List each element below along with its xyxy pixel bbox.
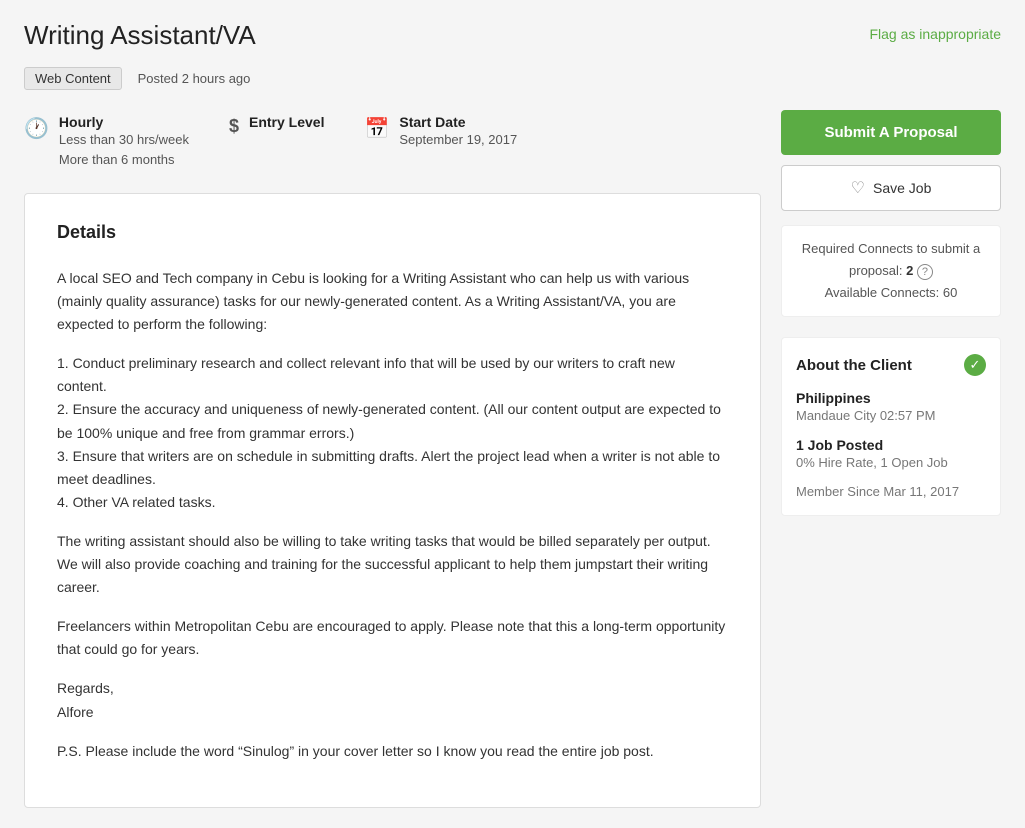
help-icon[interactable]: ? <box>917 264 933 280</box>
details-paragraph-4: Regards, Alfore <box>57 677 728 723</box>
hourly-sub1: Less than 30 hrs/week <box>59 130 189 150</box>
details-card: Details A local SEO and Tech company in … <box>24 193 761 808</box>
submit-proposal-button[interactable]: Submit A Proposal <box>781 110 1001 155</box>
connects-text: Required Connects to submit a proposal: <box>802 241 980 278</box>
details-paragraph-5: P.S. Please include the word “Sinulog” i… <box>57 740 728 763</box>
available-connects: Available Connects: 60 <box>825 285 958 300</box>
heart-icon: ♡ <box>851 178 865 198</box>
flag-inappropriate-link[interactable]: Flag as inappropriate <box>869 26 1001 42</box>
client-title: About the Client <box>796 357 912 374</box>
category-tag: Web Content <box>24 67 122 90</box>
client-jobs-label: 1 Job Posted <box>796 437 986 453</box>
details-body: A local SEO and Tech company in Cebu is … <box>57 267 728 763</box>
dollar-icon: $ <box>229 116 239 137</box>
verified-icon: ✓ <box>964 354 986 376</box>
clock-icon: 🕐 <box>24 116 49 141</box>
left-column: 🕐 Hourly Less than 30 hrs/week More than… <box>24 110 761 808</box>
connects-number: 2 <box>906 263 913 278</box>
details-paragraph-2: The writing assistant should also be wil… <box>57 530 728 599</box>
connects-box: Required Connects to submit a proposal: … <box>781 225 1001 317</box>
details-title: Details <box>57 222 728 243</box>
page-title: Writing Assistant/VA <box>24 20 256 51</box>
startdate-label: Start Date <box>399 114 517 130</box>
main-layout: 🕐 Hourly Less than 30 hrs/week More than… <box>24 110 1001 808</box>
save-job-button[interactable]: ♡ Save Job <box>781 165 1001 211</box>
client-section: About the Client ✓ Philippines Mandaue C… <box>781 337 1001 516</box>
client-member-since: Member Since Mar 11, 2017 <box>796 484 986 499</box>
hourly-sub2: More than 6 months <box>59 150 189 170</box>
level-meta: $ Entry Level <box>229 114 325 169</box>
client-country: Philippines <box>796 390 986 406</box>
right-column: Submit A Proposal ♡ Save Job Required Co… <box>781 110 1001 516</box>
client-header: About the Client ✓ <box>796 354 986 376</box>
top-bar: Writing Assistant/VA Flag as inappropria… <box>24 20 1001 51</box>
details-paragraph-1: 1. Conduct preliminary research and coll… <box>57 352 728 514</box>
meta-bar: Web Content Posted 2 hours ago <box>24 67 1001 90</box>
calendar-icon: 📅 <box>364 116 389 141</box>
level-label: Entry Level <box>249 114 324 130</box>
hourly-label: Hourly <box>59 114 189 130</box>
posted-time: Posted 2 hours ago <box>138 71 251 86</box>
save-job-label: Save Job <box>873 180 931 196</box>
startdate-value: September 19, 2017 <box>399 130 517 150</box>
job-meta-row: 🕐 Hourly Less than 30 hrs/week More than… <box>24 110 761 173</box>
client-city: Mandaue City 02:57 PM <box>796 408 986 423</box>
hourly-meta: 🕐 Hourly Less than 30 hrs/week More than… <box>24 114 189 169</box>
client-hire-rate: 0% Hire Rate, 1 Open Job <box>796 455 986 470</box>
details-paragraph-3: Freelancers within Metropolitan Cebu are… <box>57 615 728 661</box>
startdate-meta: 📅 Start Date September 19, 2017 <box>364 114 517 169</box>
details-paragraph-0: A local SEO and Tech company in Cebu is … <box>57 267 728 336</box>
